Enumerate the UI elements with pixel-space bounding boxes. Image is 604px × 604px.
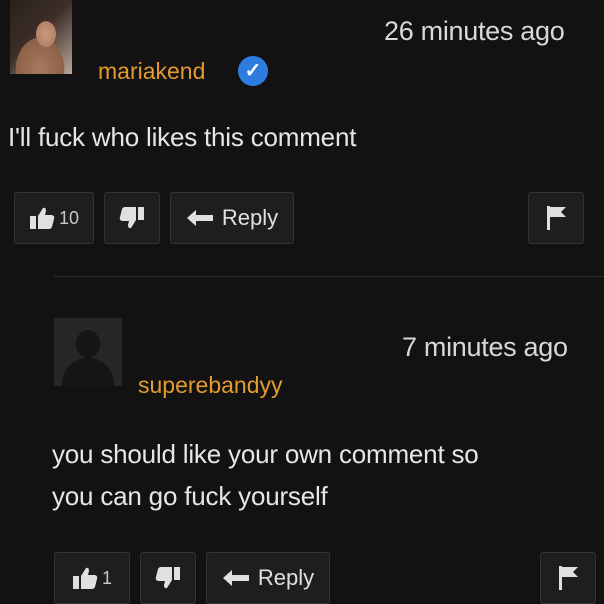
thumbs-down-icon bbox=[119, 207, 144, 229]
comment-username[interactable]: mariakend bbox=[98, 58, 205, 85]
like-button[interactable]: 10 bbox=[14, 192, 94, 244]
comment-text-line: you should like your own comment so bbox=[52, 439, 479, 469]
reply-label: Reply bbox=[257, 565, 315, 590]
thumbs-up-icon bbox=[72, 567, 98, 589]
dislike-button[interactable] bbox=[140, 552, 196, 604]
comment-divider bbox=[54, 276, 604, 277]
comment-text-line: you can go fuck yourself bbox=[52, 481, 328, 511]
comment-username[interactable]: superebandyy bbox=[138, 372, 283, 399]
user-avatar[interactable] bbox=[10, 0, 72, 74]
flag-button[interactable] bbox=[540, 552, 596, 604]
like-button[interactable]: 1 bbox=[54, 552, 130, 604]
flag-button[interactable] bbox=[528, 192, 584, 244]
comment-text: I'll fuck who likes this comment bbox=[8, 122, 357, 152]
reply-button[interactable]: Reply bbox=[206, 552, 330, 604]
reply-arrow-icon bbox=[222, 570, 249, 586]
verified-check-icon: ✓ bbox=[238, 56, 268, 86]
flag-icon bbox=[547, 206, 566, 230]
user-avatar[interactable] bbox=[54, 318, 122, 386]
thumbs-up-icon bbox=[29, 207, 55, 229]
reply-arrow-icon bbox=[186, 210, 213, 226]
comment: 26 minutes ago mariakend ✓ I'll fuck who… bbox=[0, 0, 604, 270]
default-user-icon bbox=[76, 330, 100, 358]
like-count: 1 bbox=[101, 567, 112, 588]
thumbs-down-icon bbox=[155, 567, 180, 589]
reply-button[interactable]: Reply bbox=[170, 192, 294, 244]
flag-icon bbox=[559, 566, 578, 590]
comment-timestamp: 26 minutes ago bbox=[384, 16, 565, 46]
reply-label: Reply bbox=[221, 205, 279, 230]
comment-timestamp: 7 minutes ago bbox=[402, 332, 568, 362]
dislike-button[interactable] bbox=[104, 192, 160, 244]
like-count: 10 bbox=[58, 207, 80, 228]
